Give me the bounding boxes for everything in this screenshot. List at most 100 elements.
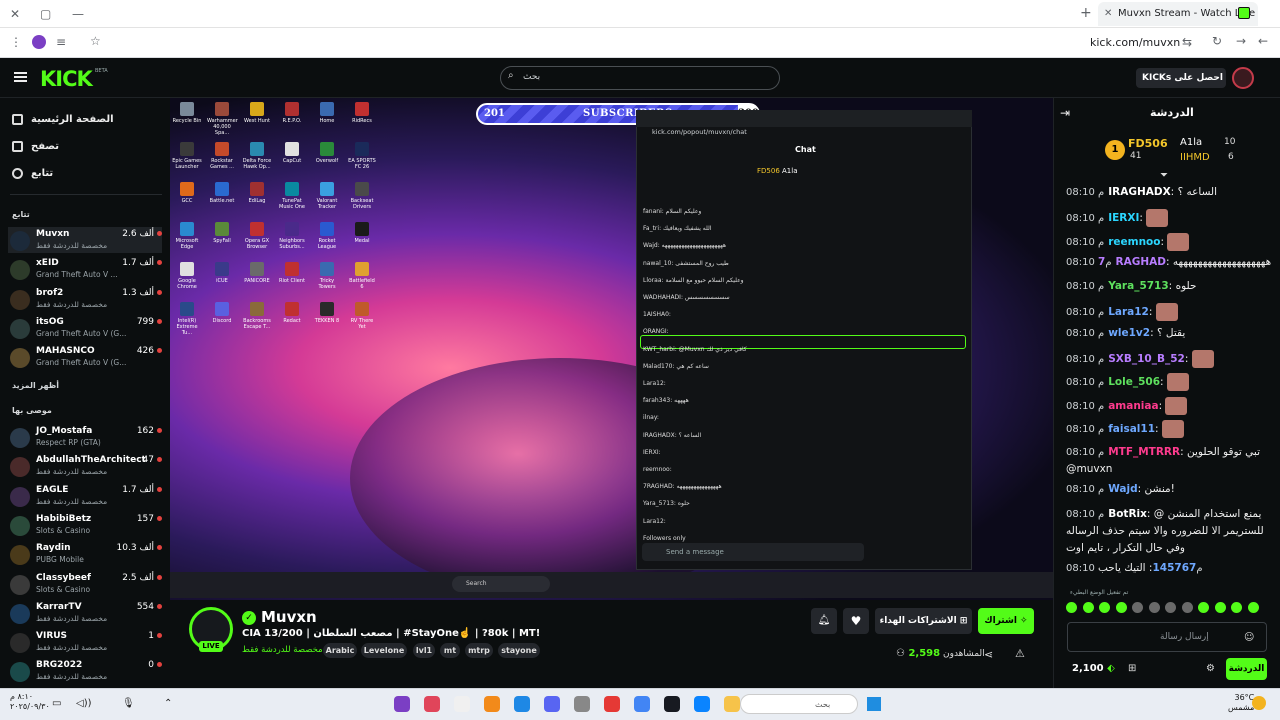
taskbar-app-icon[interactable]: [724, 696, 740, 712]
desktop-icon[interactable]: Intel(R) Extreme Tu...: [172, 302, 202, 336]
notifications-button[interactable]: 🔔︎: [811, 608, 837, 634]
desktop-icon[interactable]: Rocket League: [312, 222, 342, 250]
os-clock[interactable]: ٨:١٠ م ٢٠٢٥/٠٩/٣٠: [10, 692, 50, 712]
share-icon[interactable]: ⋖: [984, 648, 993, 661]
notification-icon[interactable]: ▭: [52, 698, 61, 709]
chat-username[interactable]: SXB_10_B_52: [1108, 353, 1185, 365]
taskbar-app-icon[interactable]: [484, 696, 500, 712]
channel-row[interactable]: MAHASNCO Grand Theft Auto V (G... 426: [8, 344, 162, 370]
channel-row[interactable]: Classybeef Slots & Casino 2.5 ألف: [8, 571, 162, 597]
channel-row[interactable]: brof2 مخصصة للدردشة فقط 1.3 ألف: [8, 286, 162, 312]
desktop-icon[interactable]: iCUE: [207, 262, 237, 284]
taskbar-app-icon[interactable]: [604, 696, 620, 712]
channel-row[interactable]: Muvxn مخصصة للدردشة فقط 2.6 ألف: [8, 227, 162, 253]
more-menu-icon[interactable]: ⋮: [10, 35, 22, 49]
channel-row[interactable]: EAGLE مخصصة للدردشة فقط 1.7 ألف: [8, 483, 162, 509]
channel-row[interactable]: BRG2022 مخصصة للدردشة فقط 0: [8, 658, 162, 684]
desktop-icon[interactable]: RidRecs: [347, 102, 377, 124]
stream-tag[interactable]: mt: [440, 643, 460, 658]
emote-icon[interactable]: [1148, 602, 1160, 613]
streamer-name[interactable]: Muvxn: [261, 608, 317, 626]
sidebar-item-following[interactable]: تتابع: [12, 165, 53, 181]
desktop-icon[interactable]: Opera GX Browser: [242, 222, 272, 250]
minimize-window-icon[interactable]: —: [72, 7, 84, 21]
desktop-icon[interactable]: Battle.net: [207, 182, 237, 204]
desktop-icon[interactable]: TunePat Music One: [277, 182, 307, 210]
taskbar-app-icon[interactable]: [424, 696, 440, 712]
desktop-icon[interactable]: Tricky Towers: [312, 262, 342, 290]
gift-icon[interactable]: ⊞: [1128, 663, 1136, 674]
kick-logo[interactable]: KICK: [40, 67, 93, 91]
desktop-icon[interactable]: TEKKEN 8: [312, 302, 342, 324]
back-icon[interactable]: ←: [1258, 34, 1268, 48]
tab-close-icon[interactable]: ✕: [1104, 7, 1112, 21]
channel-row[interactable]: KarrarTV مخصصة للدردشة فقط 554: [8, 600, 162, 626]
collapse-chat-icon[interactable]: ⇥: [1060, 106, 1070, 120]
desktop-icon[interactable]: Epic Games Launcher: [172, 142, 202, 170]
desktop-icon[interactable]: Home: [312, 102, 342, 124]
site-settings-icon[interactable]: ⇆: [1182, 35, 1192, 49]
desktop-icon[interactable]: PANICORE: [242, 262, 272, 284]
chat-username[interactable]: IERXI: [1108, 212, 1139, 224]
new-tab-icon[interactable]: +: [1080, 6, 1092, 20]
desktop-icon[interactable]: Medal: [347, 222, 377, 244]
taskbar-app-icon[interactable]: [544, 696, 560, 712]
chat-username[interactable]: Yara_5713: [1108, 280, 1168, 292]
desktop-icon[interactable]: Backrooms Escape T...: [242, 302, 272, 330]
chat-username[interactable]: wle1v2: [1108, 327, 1150, 339]
emote-icon[interactable]: [1231, 602, 1242, 613]
desktop-icon[interactable]: EA SPORTS FC 26: [347, 142, 377, 170]
stream-category[interactable]: مخصصة للدردشة فقط: [242, 645, 323, 655]
emoji-icon[interactable]: ☺: [1244, 632, 1254, 643]
desktop-icon[interactable]: RV There Yet: [347, 302, 377, 330]
subscribe-button[interactable]: اشتراك ✧: [978, 608, 1034, 634]
search-input[interactable]: [500, 66, 780, 90]
channel-row[interactable]: AbdullahTheArchitect مخصصة للدردشة فقط 47: [8, 453, 162, 479]
desktop-icon[interactable]: Overwolf: [312, 142, 342, 164]
chat-username[interactable]: BotRix: [1108, 508, 1147, 520]
settings-gear-icon[interactable]: ⚙: [1206, 663, 1215, 674]
windows-start-icon[interactable]: [866, 696, 882, 712]
emote-icon[interactable]: [1115, 602, 1127, 613]
channel-points[interactable]: 2,100 ⬖: [1072, 663, 1115, 674]
emote-icon[interactable]: [1198, 602, 1209, 613]
chat-username[interactable]: amaniaa: [1108, 400, 1158, 412]
playlist-icon[interactable]: ≡: [56, 35, 66, 49]
pin-toggle-icon[interactable]: ⏷: [1160, 170, 1168, 181]
follow-heart-button[interactable]: ♥: [843, 608, 869, 634]
desktop-icon[interactable]: Neighbors Suburbs...: [277, 222, 307, 250]
desktop-icon[interactable]: Microsoft Edge: [172, 222, 202, 250]
profile-avatar[interactable]: [32, 35, 46, 49]
chat-username[interactable]: IRAGHADX: [1108, 186, 1170, 198]
sidebar-item-home[interactable]: الصفحة الرئيسية: [12, 111, 114, 127]
desktop-icon[interactable]: Battlefield 6: [347, 262, 377, 290]
browser-tab[interactable]: Muvxn Stream - Watch Live on: [1098, 2, 1258, 26]
chat-username[interactable]: MTF_MTRRR: [1108, 446, 1180, 458]
os-search-box[interactable]: بحث: [740, 694, 858, 714]
emote-icon[interactable]: [1099, 602, 1110, 613]
chat-username[interactable]: Lara12: [1108, 306, 1149, 318]
close-window-icon[interactable]: ✕: [10, 7, 20, 21]
channel-row[interactable]: Raydin PUBG Mobile 10.3 ألف: [8, 541, 162, 567]
desktop-icon[interactable]: Discord: [207, 302, 237, 324]
desktop-icon[interactable]: Riot Client: [277, 262, 307, 284]
emote-icon[interactable]: [1066, 602, 1077, 613]
chat-send-button[interactable]: الدردشة: [1226, 658, 1267, 680]
taskbar-app-icon[interactable]: [634, 696, 650, 712]
desktop-icon[interactable]: Warhammer 40,000 Spa...: [207, 102, 238, 136]
emote-icon[interactable]: [1165, 602, 1176, 613]
user-avatar[interactable]: [1232, 67, 1254, 89]
stream-tag[interactable]: stayone: [498, 643, 540, 658]
channel-row[interactable]: JO_Mostafa Respect RP (GTA) 162: [8, 424, 162, 450]
show-more-link[interactable]: أظهر المزيد: [12, 381, 59, 390]
desktop-icon[interactable]: Rockstar Games ...: [207, 142, 237, 170]
emote-icon[interactable]: [1247, 602, 1259, 613]
chat-username[interactable]: 145767: [1152, 562, 1196, 574]
taskbar-app-icon[interactable]: [454, 696, 470, 712]
desktop-icon[interactable]: West Hunt: [242, 102, 272, 124]
chat-username[interactable]: Wajd: [1108, 483, 1137, 495]
url-field[interactable]: kick.com/muvxn: [1090, 36, 1180, 49]
get-kicks-button[interactable]: احصل على KICKs: [1136, 68, 1226, 88]
os-weather[interactable]: 36°C مشمس: [1228, 693, 1254, 713]
chat-username[interactable]: Lole_506: [1108, 376, 1160, 388]
